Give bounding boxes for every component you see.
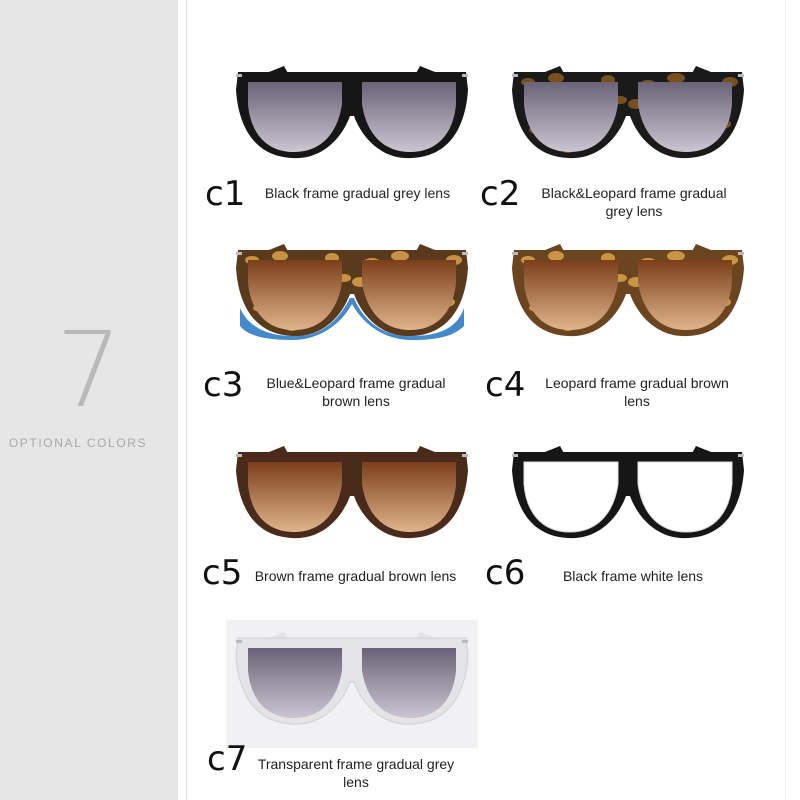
sunglasses-c6-image bbox=[508, 440, 748, 544]
color-description-c2: Black&Leopard frame gradual grey lens bbox=[541, 185, 727, 219]
color-description-c7: Transparent frame gradual grey lens bbox=[257, 756, 455, 790]
optional-colors-caption: OPTIONAL COLORS bbox=[8, 436, 148, 450]
sunglasses-c2-image bbox=[508, 60, 748, 164]
color-code-c5: c5 bbox=[202, 553, 243, 593]
color-code-c1: c1 bbox=[205, 174, 246, 214]
color-code-c7: c7 bbox=[207, 739, 248, 779]
color-description-c3: Blue&Leopard frame gradual brown lens bbox=[266, 375, 446, 409]
sunglasses-c3-image bbox=[232, 238, 472, 342]
color-description-c4: Leopard frame gradual brown lens bbox=[545, 375, 729, 409]
sunglasses-c1-image bbox=[232, 60, 472, 164]
color-description-c5: Brown frame gradual brown lens bbox=[254, 568, 457, 584]
color-code-c6: c6 bbox=[485, 553, 526, 593]
color-description-c6: Black frame white lens bbox=[562, 568, 704, 584]
color-code-c4: c4 bbox=[485, 365, 526, 405]
color-code-c3: c3 bbox=[203, 365, 244, 405]
color-description-c1: Black frame gradual grey lens bbox=[264, 185, 451, 201]
sunglasses-c5-image bbox=[232, 440, 472, 544]
sidebar-divider bbox=[178, 0, 186, 800]
panel-edge bbox=[785, 0, 800, 800]
sunglasses-c7-image bbox=[232, 626, 472, 730]
sunglasses-c4-image bbox=[508, 238, 748, 342]
color-count: 7 bbox=[55, 309, 123, 431]
color-code-c2: c2 bbox=[480, 174, 521, 214]
